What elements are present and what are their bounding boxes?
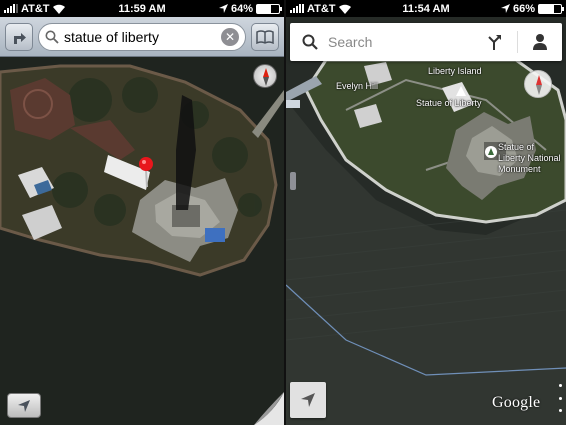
search-query-text: statue of liberty — [64, 29, 159, 45]
location-arrow-icon — [301, 393, 315, 407]
route-fork-icon[interactable] — [485, 33, 503, 51]
monument-label-line2: Liberty National — [498, 153, 561, 163]
location-arrow-icon — [18, 399, 30, 412]
battery-icon — [538, 3, 564, 14]
directions-button[interactable] — [5, 23, 33, 51]
evelyn-hill-label: Evelyn Hill — [336, 81, 379, 91]
compass-icon[interactable] — [253, 64, 277, 88]
liberty-island-label: Liberty Island — [428, 66, 482, 76]
status-bar: AT&T 11:59 AM 64% — [0, 0, 284, 17]
clear-x-icon[interactable]: ✕ — [221, 28, 239, 46]
monument-label-line3: Monument — [498, 164, 541, 174]
more-options-icon[interactable] — [557, 384, 563, 412]
person-icon[interactable] — [532, 33, 548, 51]
current-location-button[interactable] — [7, 393, 41, 418]
search-toolbar: statue of liberty ✕ — [0, 17, 284, 57]
directions-arrow-icon — [14, 33, 26, 44]
status-bar: AT&T 11:54 AM 66% — [286, 0, 566, 17]
page-curl-button[interactable] — [254, 392, 284, 425]
monument-marker-icon[interactable] — [485, 146, 497, 158]
search-icon — [302, 34, 318, 50]
dropped-pin-icon[interactable] — [137, 156, 155, 188]
battery-icon — [256, 3, 282, 14]
search-box[interactable]: Search — [290, 23, 562, 61]
statue-of-liberty-label: Statue of Liberty — [416, 98, 482, 108]
google-attribution: Google — [492, 394, 541, 411]
compass-icon[interactable] — [524, 70, 552, 98]
bookmarks-button[interactable] — [251, 23, 279, 51]
location-services-icon — [218, 4, 228, 13]
satellite-map-left[interactable] — [0, 57, 284, 425]
search-icon — [45, 30, 59, 44]
my-location-button[interactable] — [290, 382, 326, 418]
battery-percent: 66% — [512, 2, 535, 15]
monument-label-line1: Statue of — [498, 142, 535, 152]
toolbar-separator — [517, 31, 518, 53]
search-placeholder[interactable]: Search — [328, 34, 372, 50]
status-right: 64% — [218, 2, 282, 15]
search-input[interactable]: statue of liberty ✕ — [38, 23, 246, 51]
open-book-icon — [256, 30, 274, 44]
location-services-icon — [500, 4, 510, 13]
screenshot-comparison: AT&T 11:59 AM 64% statue of liberty ✕ Li… — [0, 0, 566, 425]
poi-marker-icon[interactable] — [456, 86, 466, 96]
battery-percent: 64% — [230, 2, 253, 15]
google-maps-screen: Liberty Island Evelyn Hill Statue of Lib… — [286, 0, 566, 425]
satellite-map-right[interactable] — [286, 0, 566, 425]
status-right: 66% — [500, 2, 564, 15]
national-monument-label: Statue of Liberty National Monument — [498, 142, 561, 175]
ios-maps-screen: AT&T 11:59 AM 64% statue of liberty ✕ — [0, 0, 284, 425]
